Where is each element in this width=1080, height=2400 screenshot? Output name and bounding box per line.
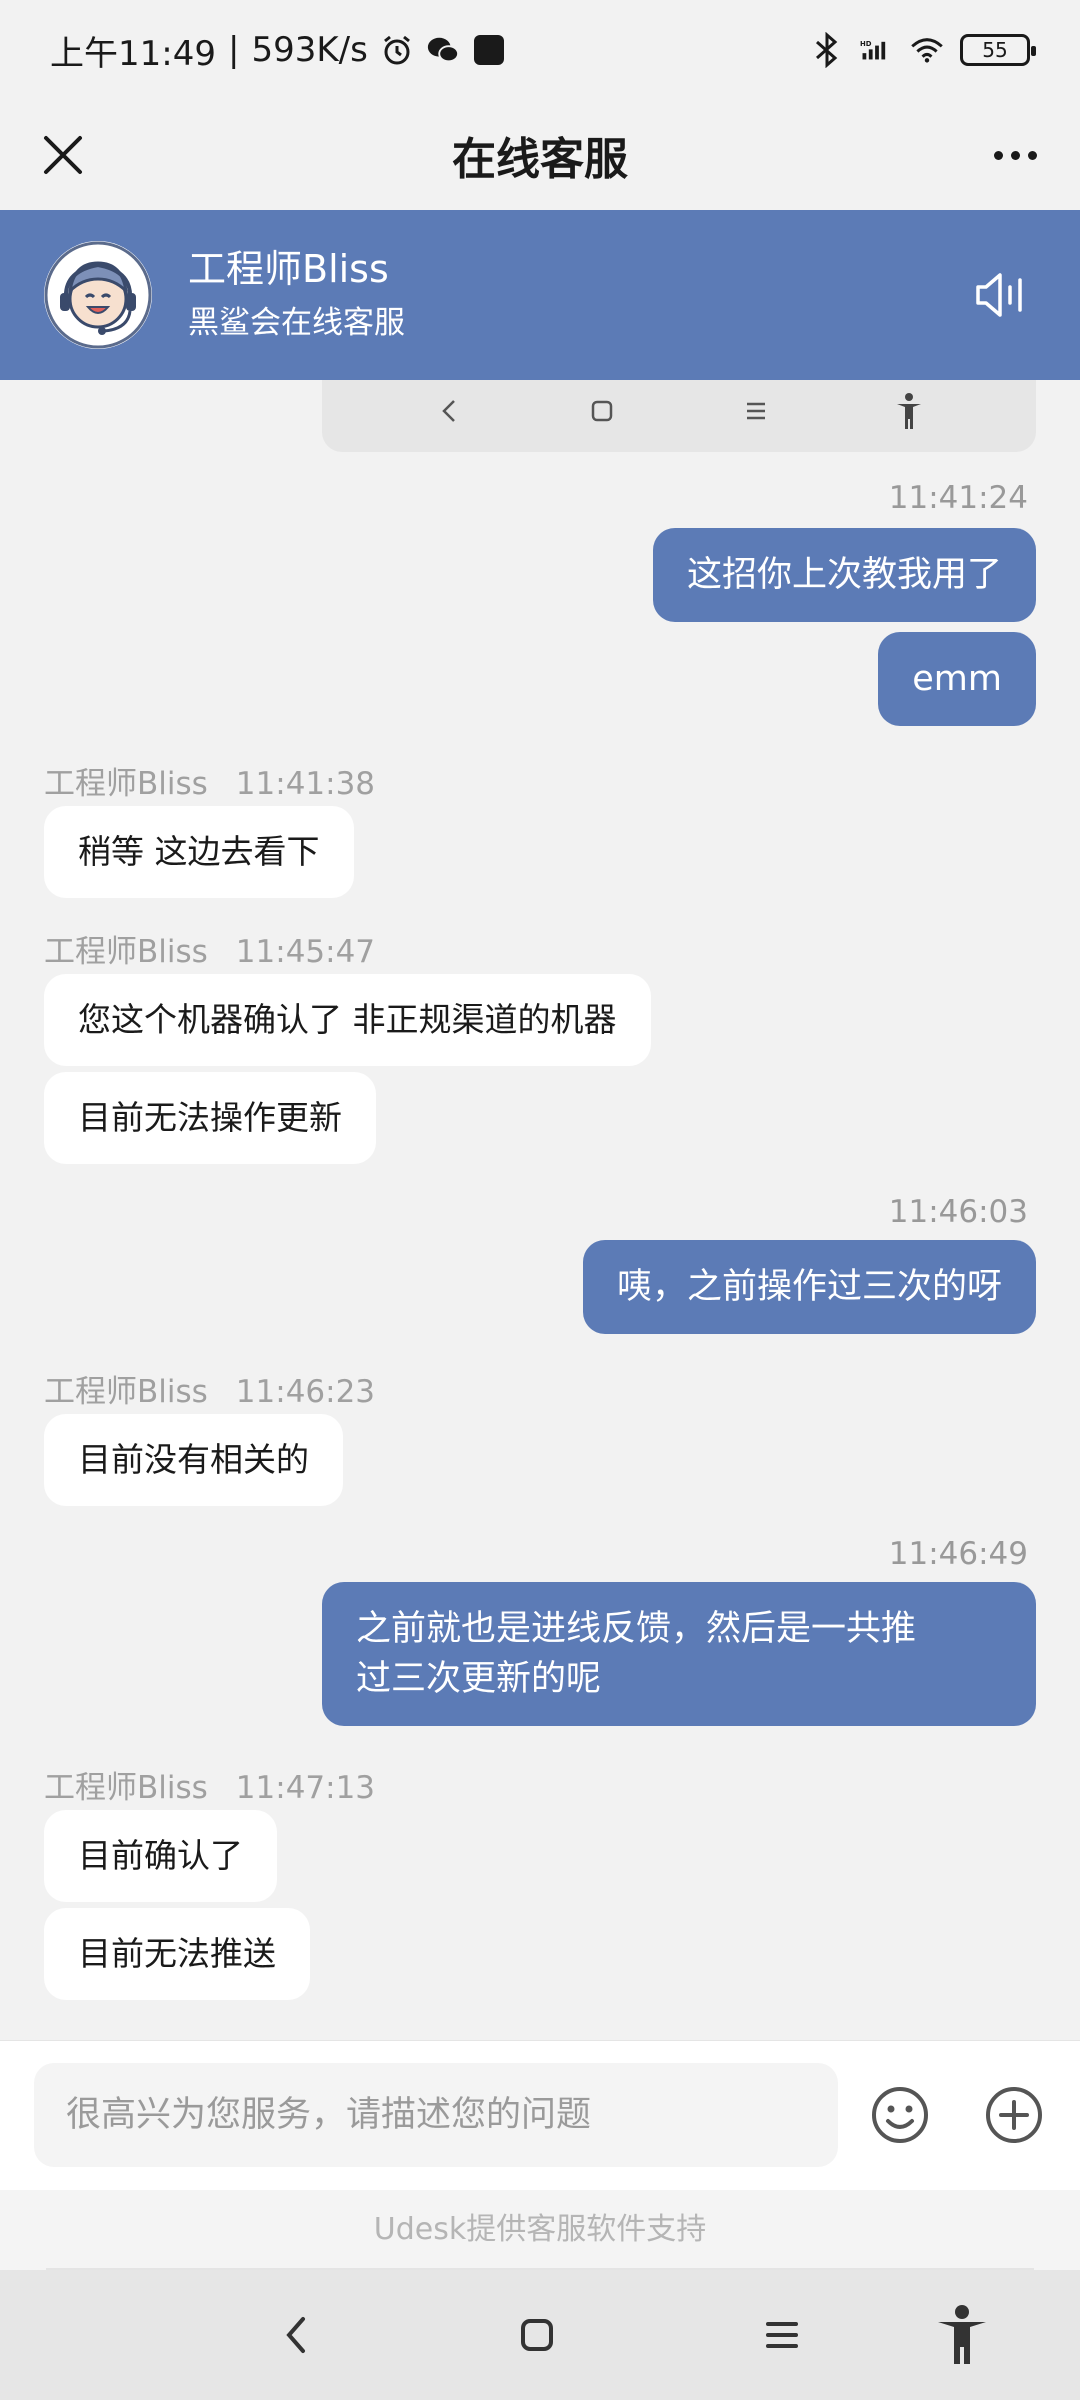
page-title: 在线客服 (452, 134, 628, 185)
app-notification-icon (472, 33, 506, 67)
input-bar (0, 2040, 1080, 2190)
message-input[interactable] (34, 2063, 838, 2167)
agent-message[interactable]: 目前无法推送 (44, 1908, 310, 2000)
status-left: 上午11:49 | 593K/s (50, 26, 506, 75)
chat-message-list[interactable]: 11:41:24 这招你上次教我用了 emm 工程师Bliss 11:41:38 … (0, 380, 1080, 2040)
user-message[interactable]: 咦，之前操作过三次的呀 (582, 1240, 1036, 1334)
status-time: 上午11:49 (50, 33, 216, 74)
nav-home-button[interactable] (507, 2305, 567, 2365)
more-dot-icon (1010, 150, 1020, 160)
message-line: 过三次更新的呢 (356, 1659, 602, 1699)
sender-name: 工程师Bliss (44, 1770, 208, 1806)
more-dot-icon (1027, 150, 1037, 160)
speaker-toggle-button[interactable] (974, 270, 1030, 320)
status-right: HD 55 (810, 32, 1036, 68)
powered-by-text: Udesk提供客服软件支持 (0, 2190, 1080, 2270)
speaker-icon (976, 273, 1022, 317)
agent-message-meta: 工程师Bliss 11:47:13 (44, 1762, 375, 1807)
user-message[interactable]: emm (878, 632, 1036, 726)
user-message[interactable]: 这招你上次教我用了 (652, 528, 1036, 622)
nav-recents-button[interactable] (752, 2305, 812, 2365)
agent-message[interactable]: 稍等 这边去看下 (44, 806, 354, 898)
message-timestamp: 11:46:23 (235, 1374, 376, 1410)
more-dot-icon (993, 150, 1003, 160)
agent-name: 工程师Bliss (188, 247, 389, 291)
message-timestamp: 11:47:13 (235, 1770, 376, 1806)
message-timestamp: 11:46:49 (888, 1536, 1028, 1572)
home-icon (521, 2319, 553, 2351)
menu-icon (736, 391, 776, 431)
wechat-icon (426, 33, 460, 67)
status-bar: 上午11:49 | 593K/s HD 55 (0, 0, 1080, 100)
accessibility-icon (938, 2305, 986, 2364)
agent-message-meta: 工程师Bliss 11:45:47 (44, 926, 375, 971)
agent-avatar (44, 241, 152, 349)
more-options-button[interactable] (980, 122, 1050, 188)
agent-message[interactable]: 目前无法操作更新 (44, 1072, 376, 1164)
back-icon (286, 2317, 305, 2353)
close-button[interactable] (30, 122, 96, 188)
plus-icon (986, 2087, 1042, 2143)
wifi-icon (910, 33, 944, 67)
message-timestamp: 11:41:38 (235, 766, 376, 802)
user-message[interactable]: 之前就也是进线反馈，然后是一共推 过三次更新的呢 (322, 1582, 1036, 1726)
accessibility-icon (889, 391, 929, 431)
back-icon (429, 391, 469, 431)
home-icon (582, 391, 622, 431)
message-timestamp: 11:45:47 (235, 934, 376, 970)
add-attachment-button[interactable] (980, 2081, 1048, 2149)
agent-message[interactable]: 您这个机器确认了 非正规渠道的机器 (44, 974, 651, 1066)
nav-accessibility-button[interactable] (932, 2305, 992, 2365)
alarm-icon (380, 33, 414, 67)
agent-header: 工程师Bliss 黑鲨会在线客服 (0, 210, 1080, 380)
svg-text:HD: HD (860, 40, 872, 48)
emoji-button[interactable] (866, 2081, 934, 2149)
sender-name: 工程师Bliss (44, 934, 208, 970)
bluetooth-icon (810, 32, 844, 68)
emoji-icon (872, 2087, 928, 2143)
close-icon (44, 136, 82, 174)
image-message-partial[interactable] (322, 380, 1036, 452)
message-line: 之前就也是进线反馈，然后是一共推 (356, 1609, 917, 1649)
agent-subtitle: 黑鲨会在线客服 (188, 305, 405, 341)
agent-message-meta: 工程师Bliss 11:46:23 (44, 1366, 375, 1411)
agent-info: 工程师Bliss 黑鲨会在线客服 (188, 244, 405, 346)
agent-message[interactable]: 目前没有相关的 (44, 1414, 343, 1506)
message-timestamp: 11:41:24 (888, 480, 1028, 516)
agent-message[interactable]: 目前确认了 (44, 1810, 277, 1902)
nav-back-button[interactable] (266, 2305, 326, 2365)
system-navigation-bar (0, 2270, 1080, 2400)
menu-icon (766, 2322, 798, 2348)
battery-icon: 55 (960, 34, 1036, 66)
status-speed: 593K/s (251, 30, 368, 70)
signal-icon: HD (860, 33, 894, 67)
status-divider: | (227, 30, 240, 70)
agent-avatar-icon (44, 241, 152, 349)
sender-name: 工程师Bliss (44, 1374, 208, 1410)
title-bar: 在线客服 (0, 100, 1080, 210)
message-timestamp: 11:46:03 (888, 1194, 1028, 1230)
agent-message-meta: 工程师Bliss 11:41:38 (44, 758, 375, 803)
sender-name: 工程师Bliss (44, 766, 208, 802)
